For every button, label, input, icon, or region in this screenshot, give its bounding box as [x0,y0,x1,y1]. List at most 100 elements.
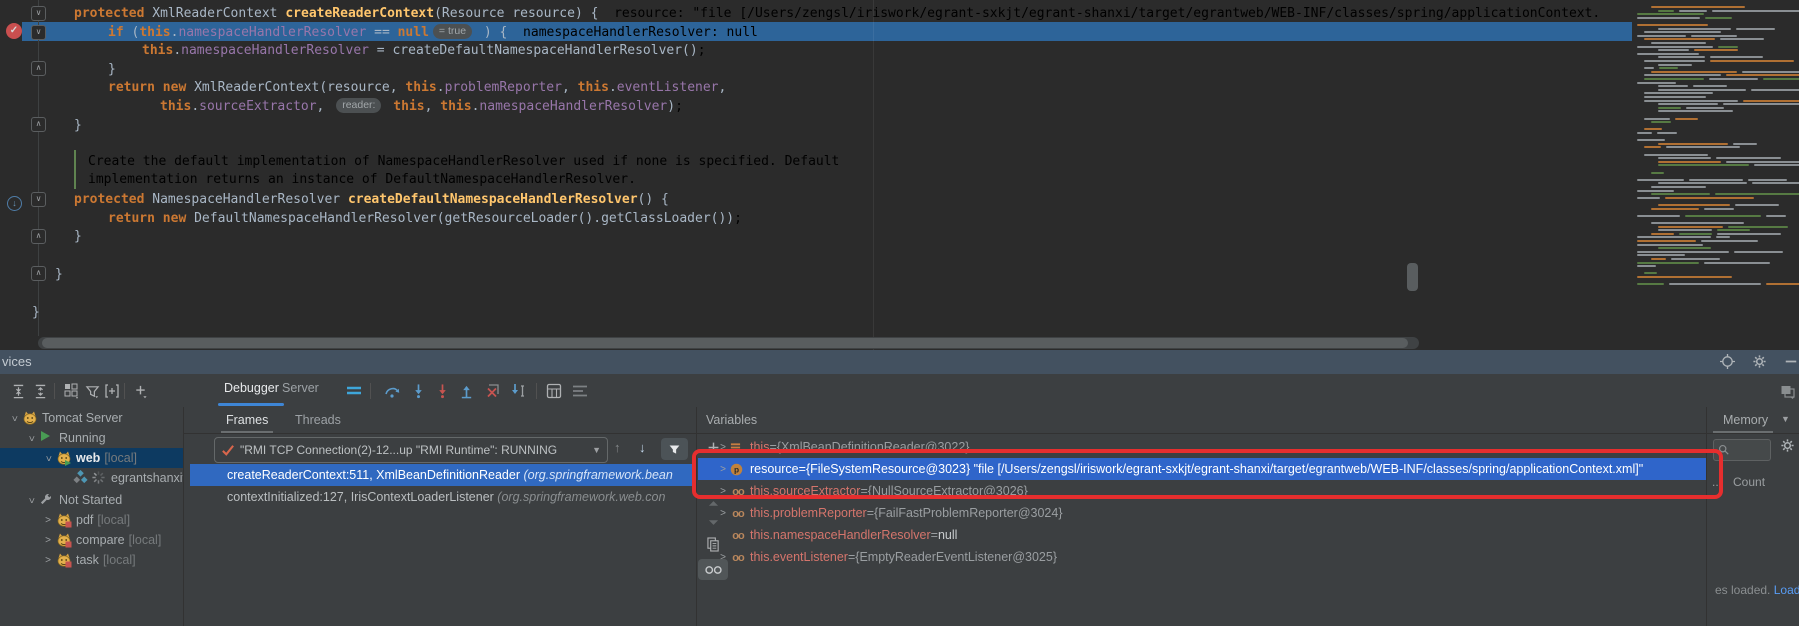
stack-frame-row[interactable]: createReaderContext:511, XmlBeanDefiniti… [190,464,696,486]
step-over-icon[interactable] [382,381,402,401]
tree-chevron-icon[interactable]: > [42,555,54,566]
restore-layout-icon[interactable] [1778,381,1798,401]
code-line[interactable]: protected XmlReaderContext createReaderC… [74,4,1600,23]
override-method-icon[interactable]: ↓ [7,196,22,211]
variable-row-this-eventListener[interactable]: >oothis.eventListener = {EmptyReaderEven… [698,546,1706,568]
minimap-line [1658,89,1746,91]
code-token: DefaultNamespaceHandlerResolver [385,172,628,187]
frame-down-icon[interactable]: ↓ [639,440,646,455]
add-icon[interactable] [130,381,150,401]
expand-all-icon[interactable] [8,381,28,401]
code-line[interactable]: protected NamespaceHandlerResolver creat… [74,190,669,209]
tab-frames[interactable]: Frames [226,413,268,427]
code-line[interactable]: } [74,116,82,135]
memory-header[interactable]: Memory [1723,413,1768,427]
code-line[interactable]: } [108,60,116,79]
horizontal-scrollbar[interactable] [38,337,1419,349]
fold-marker-icon[interactable]: ∧ [31,61,46,76]
code-line[interactable]: } [55,265,63,284]
thread-selector-dropdown[interactable]: "RMI TCP Connection(2)-12...up "RMI Runt… [214,437,608,463]
sidebar-item-compare[interactable]: >compare[local] [0,530,183,550]
code-line[interactable]: implementation returns an instance of De… [88,170,636,189]
debugger-inline-hint: "file [/Users/zengsl/iriswork/egrant-sxk… [692,6,1600,21]
drop-frame-icon[interactable] [482,381,502,401]
code-token: NamespaceHandlerResolver [152,192,348,207]
tree-chevron-icon[interactable]: > [42,515,54,526]
fold-marker-icon[interactable]: ∨ [31,25,46,40]
sidebar-item-web[interactable]: >web[local] [0,448,183,468]
group-by-icon[interactable] [62,381,82,401]
hide-panel-icon[interactable] [1784,354,1799,370]
code-editor[interactable]: ✓ ↓ protected XmlReaderContext createRea… [0,0,1799,350]
tree-chevron-icon[interactable]: > [26,432,37,444]
code-line[interactable]: this.sourceExtractor, reader: this, this… [160,97,683,116]
tree-chevron-icon[interactable]: > [9,412,20,424]
debug-layout-menu-icon[interactable] [344,381,364,401]
step-into-icon[interactable] [408,381,428,401]
code-line[interactable]: this.namespaceHandlerResolver = createDe… [142,41,706,60]
step-out-icon[interactable] [456,381,476,401]
settings-gear-icon[interactable] [1752,354,1770,370]
minimap-line [1644,118,1670,120]
expand-chevron-icon[interactable]: > [716,508,730,519]
add-service-frame-icon[interactable] [102,381,122,401]
variable-row-this-problemReporter[interactable]: >oothis.problemReporter = {FailFastProbl… [698,502,1706,524]
tree-chevron-icon[interactable]: > [43,452,54,464]
fold-marker-icon[interactable]: ∨ [31,192,46,207]
frames-variables-divider[interactable] [696,407,697,626]
code-minimap[interactable] [1637,4,1795,292]
minimap-line [1763,78,1799,80]
tab-debugger[interactable]: Debugger [224,381,279,395]
breakpoint-icon[interactable]: ✓ [6,23,22,39]
frame-up-icon[interactable]: ↑ [614,440,621,455]
hide-library-frames-toggle[interactable] [661,438,688,460]
sidebar-item-egrantshanxiweb[interactable]: egrantshanxiweb [0,468,183,488]
code-line[interactable]: return new XmlReaderContext(resource, th… [108,78,726,97]
variable-row-this-namespaceHandlerResolver[interactable]: oothis.namespaceHandlerResolver = null [698,524,1706,546]
code-line[interactable]: return new DefaultNamespaceHandlerResolv… [108,209,742,228]
tab-threads[interactable]: Threads [295,413,341,427]
sidebar-item-task[interactable]: >task[local] [0,550,183,570]
fold-marker-icon[interactable]: ∧ [31,117,46,132]
collapse-all-icon[interactable] [30,381,50,401]
sidebar-item-tomcat-server[interactable]: >Tomcat Server [0,408,183,428]
tree-chevron-icon[interactable]: > [26,494,37,506]
variable-value: null [938,528,957,542]
tab-server[interactable]: Server [282,381,319,395]
variables-memory-divider[interactable] [1706,407,1707,626]
minimap-line [1717,229,1751,231]
force-step-into-icon[interactable] [432,381,452,401]
memory-collapse-chevron-icon[interactable]: ▼ [1781,414,1790,424]
code-line[interactable]: } [74,227,82,246]
run-to-cursor-icon[interactable] [508,381,528,401]
sidebar-item-running[interactable]: >Running [0,428,183,448]
minimap-line [1644,74,1721,76]
ide-window: ✓ ↓ protected XmlReaderContext createRea… [0,0,1799,626]
tree-chevron-icon[interactable]: > [42,535,54,546]
play-icon [39,430,55,446]
minimap-line [1637,236,1711,238]
fold-marker-icon[interactable]: ∧ [31,266,46,281]
memory-settings-gear-icon[interactable] [1774,438,1799,453]
expand-chevron-icon[interactable]: > [716,552,730,563]
stack-frame-row[interactable]: contextInitialized:127, IrisContextLoade… [190,486,696,508]
sidebar-item-not-started[interactable]: >Not Started [0,490,183,510]
code-line[interactable]: } [32,303,40,322]
tree-frames-divider[interactable] [183,407,184,626]
code-line[interactable]: if (this.namespaceHandlerResolver == nul… [108,23,758,42]
minimap-line [1644,128,1662,130]
minimap-line [1666,146,1739,148]
locate-icon[interactable] [1720,354,1738,370]
evaluate-expression-icon[interactable] [544,381,564,401]
equals: = [848,550,855,564]
hscroll-thumb[interactable] [42,338,1408,348]
sidebar-item-pdf[interactable]: >pdf[local] [0,510,183,530]
memory-load-link[interactable]: Load [1774,583,1799,597]
fold-marker-icon[interactable]: ∧ [31,229,46,244]
code-line[interactable]: Create the default implementation of Nam… [88,152,839,171]
layout-settings-icon[interactable] [570,381,590,401]
filter-icon[interactable] [82,381,102,401]
debugger-content: >Tomcat Server>Running>web[local]egrants… [0,407,1799,626]
vertical-scrollbar-thumb[interactable] [1407,263,1418,291]
fold-marker-icon[interactable]: ∨ [31,6,46,21]
